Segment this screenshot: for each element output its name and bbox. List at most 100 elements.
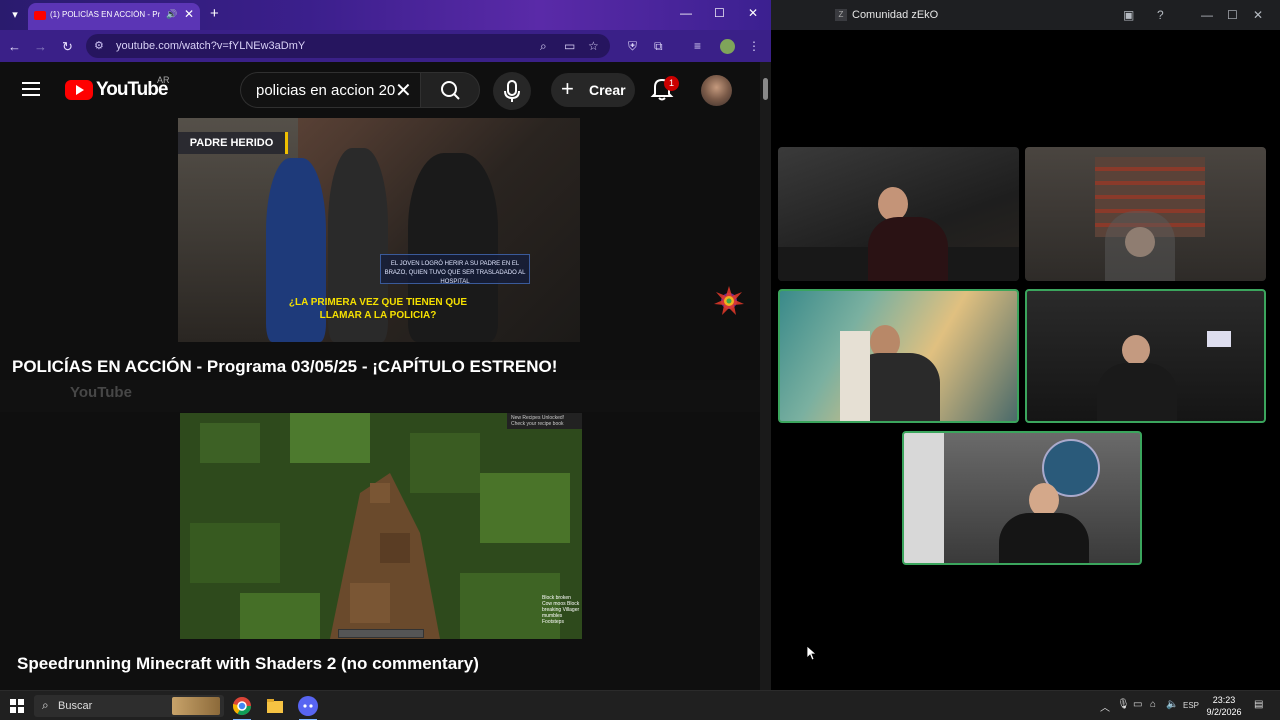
search-label: Buscar xyxy=(58,700,93,712)
forward-icon[interactable]: → xyxy=(34,39,47,54)
browser-window: ▾ (1) POLICÍAS EN ACCIÓN - Pr 🔊 ✕ + — ☐ … xyxy=(0,0,771,690)
tab-close-icon[interactable]: ✕ xyxy=(184,7,194,21)
scrollbar[interactable] xyxy=(760,62,771,690)
close-window-icon[interactable]: ✕ xyxy=(748,6,758,20)
address-bar: ← → ↻ ⚙ youtube.com/watch?v=fYLNEw3aDmY … xyxy=(0,30,771,62)
participant-chair xyxy=(840,331,870,421)
youtube-header: YouTube AR policias en accion 20 ✕ + Cre… xyxy=(0,62,771,118)
tab-bar: ▾ (1) POLICÍAS EN ACCIÓN - Pr 🔊 ✕ + — ☐ … xyxy=(0,0,771,30)
screen-icon[interactable]: ▭ xyxy=(1133,699,1142,710)
clock-time: 23:23 xyxy=(1212,695,1236,705)
desktop: ▾ (1) POLICÍAS EN ACCIÓN - Pr 🔊 ✕ + — ☐ … xyxy=(0,0,1280,720)
close-window-icon[interactable]: ✕ xyxy=(1253,8,1263,22)
chrome-icon[interactable] xyxy=(231,695,253,717)
help-icon[interactable]: ? xyxy=(1157,8,1164,22)
participant-body xyxy=(1097,363,1177,421)
search-icon: ⌕ xyxy=(42,698,49,712)
clock[interactable]: 23:23 9/2/2026 xyxy=(1206,694,1242,718)
search-button[interactable] xyxy=(420,72,480,108)
zoom-icon[interactable]: ⌕ xyxy=(540,39,547,54)
minimize-icon[interactable]: — xyxy=(1201,8,1213,22)
url-field[interactable]: ⚙ youtube.com/watch?v=fYLNEw3aDmY ⌕ ▭ ☆ xyxy=(86,34,610,58)
search-value: policias en accion 20 xyxy=(256,82,396,99)
network-icon[interactable]: ⌂ xyxy=(1150,699,1156,710)
participant-head xyxy=(1122,335,1150,365)
video-player-1[interactable]: PADRE HERIDO EL JOVEN LOGRÓ HERIR A SU P… xyxy=(178,118,580,342)
speaker-icon[interactable]: 🔊 xyxy=(166,9,177,20)
recipe-toast: New Recipes Unlocked! Check your recipe … xyxy=(507,413,582,429)
back-icon[interactable]: ← xyxy=(8,39,21,54)
voice-search-button[interactable] xyxy=(493,72,531,110)
cast-icon[interactable]: ▭ xyxy=(564,39,575,53)
search-highlight-image xyxy=(172,697,220,715)
site-info-icon[interactable]: ⚙ xyxy=(94,39,104,52)
tab-youtube[interactable]: (1) POLICÍAS EN ACCIÓN - Pr 🔊 ✕ xyxy=(28,3,200,30)
maximize-icon[interactable]: ☐ xyxy=(1227,8,1238,22)
inbox-icon[interactable]: ▣ xyxy=(1123,8,1134,22)
tile-scene xyxy=(1207,331,1231,347)
account-avatar[interactable] xyxy=(701,75,732,106)
new-tab-icon[interactable]: + xyxy=(210,5,219,22)
youtube-logo-icon[interactable] xyxy=(65,80,93,100)
faded-logo-text: YouTube xyxy=(70,384,132,401)
channel-logo-icon xyxy=(714,286,744,315)
taskbar: ⌕ Buscar ︿ 🎙 ▭ ⌂ 🔈 ESP 23:23 9/2/2026 ▤ xyxy=(0,690,1280,720)
clear-search-icon[interactable]: ✕ xyxy=(395,78,412,103)
url-text: youtube.com/watch?v=fYLNEw3aDmY xyxy=(116,40,306,52)
participant-body xyxy=(1105,211,1175,281)
notification-badge: 1 xyxy=(664,76,679,91)
tray-overflow-icon[interactable]: ︿ xyxy=(1100,699,1110,714)
youtube-favicon-icon xyxy=(34,11,46,20)
tab-search-icon[interactable]: ▾ xyxy=(6,6,24,24)
plus-icon: + xyxy=(561,76,574,101)
voice-call-window: Z Comunidad zEkO ▣ ? — ☐ ✕ xyxy=(771,0,1280,690)
file-explorer-icon[interactable] xyxy=(264,695,286,717)
mouse-cursor-icon xyxy=(807,646,817,660)
tile-scene xyxy=(904,433,944,563)
taskbar-search[interactable]: ⌕ Buscar xyxy=(34,695,224,717)
video-subtitle: ¿LA PRIMERA VEZ QUE TIENEN QUE LLAMAR A … xyxy=(288,297,468,321)
create-button[interactable]: + Crear xyxy=(551,73,635,107)
search-input[interactable]: policias en accion 20 xyxy=(240,72,420,108)
participant-head xyxy=(878,187,908,221)
extensions-puzzle-icon[interactable]: ⧉ xyxy=(654,39,663,54)
notifications-icon[interactable]: ▤ xyxy=(1254,699,1263,710)
scrollbar-thumb[interactable] xyxy=(763,78,768,100)
country-code: AR xyxy=(157,75,170,85)
maximize-icon[interactable]: ☐ xyxy=(714,6,725,20)
video-tile[interactable] xyxy=(1025,147,1266,281)
discord-icon[interactable] xyxy=(297,695,319,717)
bookmark-star-icon[interactable]: ☆ xyxy=(588,39,599,53)
video-title-2[interactable]: Speedrunning Minecraft with Shaders 2 (n… xyxy=(17,654,479,674)
video-tile-speaking[interactable] xyxy=(902,431,1142,565)
language-indicator[interactable]: ESP xyxy=(1183,701,1199,710)
create-label: Crear xyxy=(589,82,626,98)
volume-icon[interactable]: 🔈 xyxy=(1166,699,1178,710)
faded-header-overlay: YouTube xyxy=(0,380,760,412)
search-icon xyxy=(441,81,460,100)
mic-tray-icon[interactable]: 🎙 xyxy=(1117,699,1130,710)
minimize-icon[interactable]: — xyxy=(680,6,692,20)
overlay-label: PADRE HERIDO xyxy=(178,132,288,154)
menu-icon[interactable] xyxy=(22,82,40,96)
video-tile[interactable] xyxy=(778,147,1019,281)
video-title-1[interactable]: POLICÍAS EN ACCIÓN - Programa 03/05/25 -… xyxy=(12,357,557,377)
participant-body xyxy=(999,513,1089,563)
extension-shield-icon[interactable]: ⛨ xyxy=(628,39,637,54)
reload-icon[interactable]: ↻ xyxy=(62,39,73,55)
video-tile-speaking[interactable] xyxy=(778,289,1019,423)
browser-menu-icon[interactable]: ⋮ xyxy=(748,39,760,53)
video-tile-speaking[interactable] xyxy=(1025,289,1266,423)
participant-body xyxy=(868,217,948,281)
media-control-icon[interactable]: ≡ xyxy=(694,39,701,53)
windows-start-icon[interactable] xyxy=(10,699,24,713)
microphone-icon xyxy=(504,80,520,102)
video-player-2[interactable]: New Recipes Unlocked! Check your recipe … xyxy=(180,413,582,639)
clock-date: 9/2/2026 xyxy=(1206,707,1242,717)
hotbar xyxy=(338,629,424,638)
window-title: Comunidad zEkO xyxy=(852,9,939,21)
profile-avatar[interactable] xyxy=(720,39,735,54)
window-titlebar: Z Comunidad zEkO ▣ ? — ☐ ✕ xyxy=(771,0,1280,30)
info-caption: EL JOVEN LOGRÓ HERIR A SU PADRE EN EL BR… xyxy=(380,254,530,285)
minecraft-scene xyxy=(180,413,582,639)
